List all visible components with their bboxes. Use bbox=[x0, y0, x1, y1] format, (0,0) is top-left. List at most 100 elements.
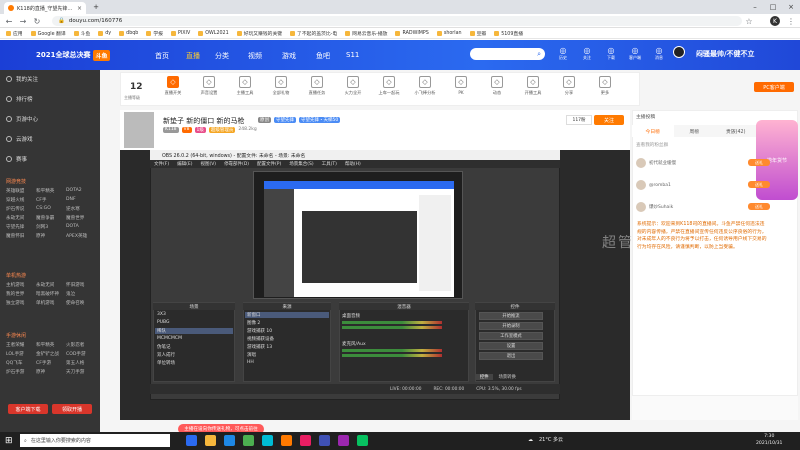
client-download-button[interactable]: 客户端下载 bbox=[8, 404, 48, 414]
obs-menu-item[interactable]: 文件(F) bbox=[154, 161, 169, 167]
scene-row[interactable]: 双人成行 bbox=[155, 352, 233, 358]
header-icon-3[interactable]: ◎ 客户端 bbox=[625, 46, 645, 66]
sidebar-game-link[interactable]: 剑网3 bbox=[36, 224, 66, 230]
reload-icon[interactable]: ↻ bbox=[32, 16, 42, 26]
nav-3[interactable]: 视频 bbox=[248, 51, 262, 61]
sidebar-game-link[interactable]: DOTA bbox=[66, 224, 96, 230]
bookmark-item[interactable]: 应用 bbox=[6, 30, 23, 37]
taskbar-app-icon[interactable] bbox=[262, 435, 273, 446]
sidebar-game-link[interactable]: 暗黑破坏神 bbox=[36, 291, 66, 297]
header-icon-4[interactable]: ◎ 消息 bbox=[649, 46, 669, 66]
bookmark-item[interactable]: PIXIV bbox=[170, 30, 190, 36]
bookmark-item[interactable]: 5109直播 bbox=[494, 30, 523, 37]
toolbar-item[interactable]: ◇ 主播工具 bbox=[230, 76, 260, 96]
bookmark-item[interactable]: shorlan bbox=[436, 30, 462, 36]
ranking-tab[interactable]: 周榜 bbox=[674, 125, 716, 137]
obs-control-button[interactable]: 开始推流 bbox=[479, 312, 543, 320]
sidebar-game-link[interactable]: 我的世界 bbox=[6, 291, 36, 297]
weather-text[interactable]: 21°C 多云 bbox=[539, 436, 563, 443]
taskbar-app-icon[interactable] bbox=[357, 435, 368, 446]
fan-group-link[interactable]: 查看我的粉丝群 bbox=[636, 142, 668, 148]
fan-row[interactable]: 初代就业缓慢 bbox=[636, 156, 676, 170]
sidebar-game-link[interactable]: 金铲铲之战 bbox=[36, 351, 66, 357]
sidebar-item[interactable]: 我的关注 bbox=[6, 75, 38, 83]
header-icon-2[interactable]: ◎ 下载 bbox=[601, 46, 621, 66]
star-icon[interactable]: ☆ bbox=[744, 16, 754, 26]
bookmark-item[interactable]: dbqb bbox=[119, 30, 138, 36]
nav-2[interactable]: 分类 bbox=[215, 51, 229, 61]
sidebar-game-link[interactable]: 王者荣耀 bbox=[6, 342, 36, 348]
toolbar-item[interactable]: ◇ 直播开关 bbox=[158, 76, 188, 96]
nav-4[interactable]: 游戏 bbox=[282, 51, 296, 61]
scene-row[interactable]: 稀队 bbox=[155, 328, 233, 334]
fan-gift-button[interactable]: 送礼 bbox=[748, 181, 770, 188]
taskbar-app-icon[interactable] bbox=[243, 435, 254, 446]
forward-icon[interactable]: → bbox=[18, 16, 28, 26]
scene-row[interactable]: 伪笔记 bbox=[155, 344, 233, 350]
nav-6[interactable]: S11 bbox=[346, 51, 359, 59]
nav-0[interactable]: 首页 bbox=[155, 51, 169, 61]
sidebar-game-link[interactable]: 永劫无间 bbox=[36, 282, 66, 288]
toolbar-item[interactable]: ◇ 开播工具 bbox=[518, 76, 548, 96]
sidebar-game-link[interactable]: APEX英雄 bbox=[66, 233, 96, 239]
source-row[interactable]: 视频捕获设备 bbox=[245, 336, 329, 342]
sidebar-game-link[interactable]: 永劫无间 bbox=[6, 215, 36, 221]
scene-row[interactable]: 单位转场 bbox=[155, 360, 233, 366]
sidebar-game-link[interactable]: 单机游戏 bbox=[36, 300, 66, 306]
bookmark-item[interactable]: 豆瓣 bbox=[469, 30, 486, 37]
category-tag[interactable]: 守望先锋・天梯50 bbox=[299, 117, 341, 123]
sidebar-game-link[interactable]: 天刀手游 bbox=[66, 369, 96, 375]
sidebar-game-link[interactable]: 鬼泣 bbox=[66, 291, 96, 297]
toolbar-item[interactable]: ◇ 更多 bbox=[590, 76, 620, 96]
user-avatar[interactable] bbox=[673, 46, 685, 58]
scene-row[interactable]: 3X3 bbox=[155, 312, 233, 317]
windows-start-icon[interactable]: ⊞ bbox=[5, 436, 13, 446]
bookmark-item[interactable]: dy bbox=[98, 30, 111, 36]
toolbar-item[interactable]: ◇ 上车一起玩 bbox=[374, 76, 404, 96]
taskbar-app-icon[interactable] bbox=[224, 435, 235, 446]
fan-row[interactable]: @romba1 bbox=[636, 178, 671, 192]
anchor-submission[interactable]: 主播投稿 bbox=[636, 113, 655, 120]
sidebar-category-title[interactable]: 网游竞技 bbox=[6, 178, 26, 185]
minimize-icon[interactable]: – bbox=[746, 0, 764, 14]
bookmark-item[interactable]: 学报 bbox=[146, 30, 163, 37]
taskbar-app-icon[interactable] bbox=[319, 435, 330, 446]
tab-close-icon[interactable]: × bbox=[77, 5, 82, 12]
header-icon-1[interactable]: ◎ 关注 bbox=[577, 46, 597, 66]
browser-tab[interactable]: K118的直播_守望先锋直播_斗鱼 × bbox=[4, 2, 86, 14]
search-icon[interactable]: ⌕ bbox=[537, 50, 541, 59]
obs-control-button[interactable]: 设置 bbox=[479, 342, 543, 350]
sidebar-game-link[interactable]: 逆水寒 bbox=[66, 206, 96, 212]
obs-control-button[interactable]: 退出 bbox=[479, 352, 543, 360]
taskbar-clock[interactable]: 7:30 2021/10/31 bbox=[756, 433, 782, 447]
chat-input[interactable] bbox=[632, 395, 798, 420]
sidebar-game-link[interactable]: 魔兽争霸 bbox=[36, 215, 66, 221]
taskbar-app-icon[interactable] bbox=[205, 435, 216, 446]
url-input[interactable]: 🔒 douyu.com/160776 bbox=[52, 16, 742, 26]
toolbar-item[interactable]: ◇ 分享 bbox=[554, 76, 584, 96]
sidebar-game-link[interactable]: 原神 bbox=[36, 233, 66, 239]
sidebar-game-link[interactable]: 使命召唤 bbox=[66, 300, 96, 306]
toolbar-item[interactable]: ◇ 声音设置 bbox=[194, 76, 224, 96]
bookmark-item[interactable]: 斗鱼 bbox=[73, 30, 90, 37]
bookmark-item[interactable]: RADWIMPS bbox=[395, 30, 429, 36]
sidebar-game-link[interactable]: 魔兽怀旧 bbox=[6, 233, 36, 239]
source-row[interactable]: 图像 2 bbox=[245, 320, 329, 326]
source-row[interactable]: 新窗口 bbox=[245, 312, 329, 318]
taskbar-search-input[interactable]: ⌕ 在这里输入你要搜索的内容 bbox=[20, 434, 170, 447]
maximize-icon[interactable]: □ bbox=[764, 0, 782, 14]
sidebar-category-title[interactable]: 手游休闲 bbox=[6, 332, 26, 339]
obs-menu-item[interactable]: 工具(T) bbox=[322, 161, 337, 167]
sidebar-item[interactable]: 赛事 bbox=[6, 155, 27, 163]
sidebar-item[interactable]: 页游中心 bbox=[6, 115, 38, 123]
site-logo[interactable]: 2021全球总决赛 斗鱼 bbox=[36, 46, 126, 64]
sidebar-game-link[interactable]: 和平精英 bbox=[36, 342, 66, 348]
obs-menu-item[interactable]: 停靠部件(D) bbox=[224, 161, 249, 167]
sidebar-game-link[interactable]: 炉石传说 bbox=[6, 206, 36, 212]
sidebar-game-link[interactable]: 火影忍者 bbox=[66, 342, 96, 348]
header-icon-0[interactable]: ◎ 历史 bbox=[553, 46, 573, 66]
scene-row[interactable]: MCMCMCM bbox=[155, 336, 233, 341]
taskbar-app-icon[interactable] bbox=[338, 435, 349, 446]
sidebar-category-title[interactable]: 单机热游 bbox=[6, 272, 26, 279]
follow-button[interactable]: 关注 bbox=[594, 115, 624, 125]
